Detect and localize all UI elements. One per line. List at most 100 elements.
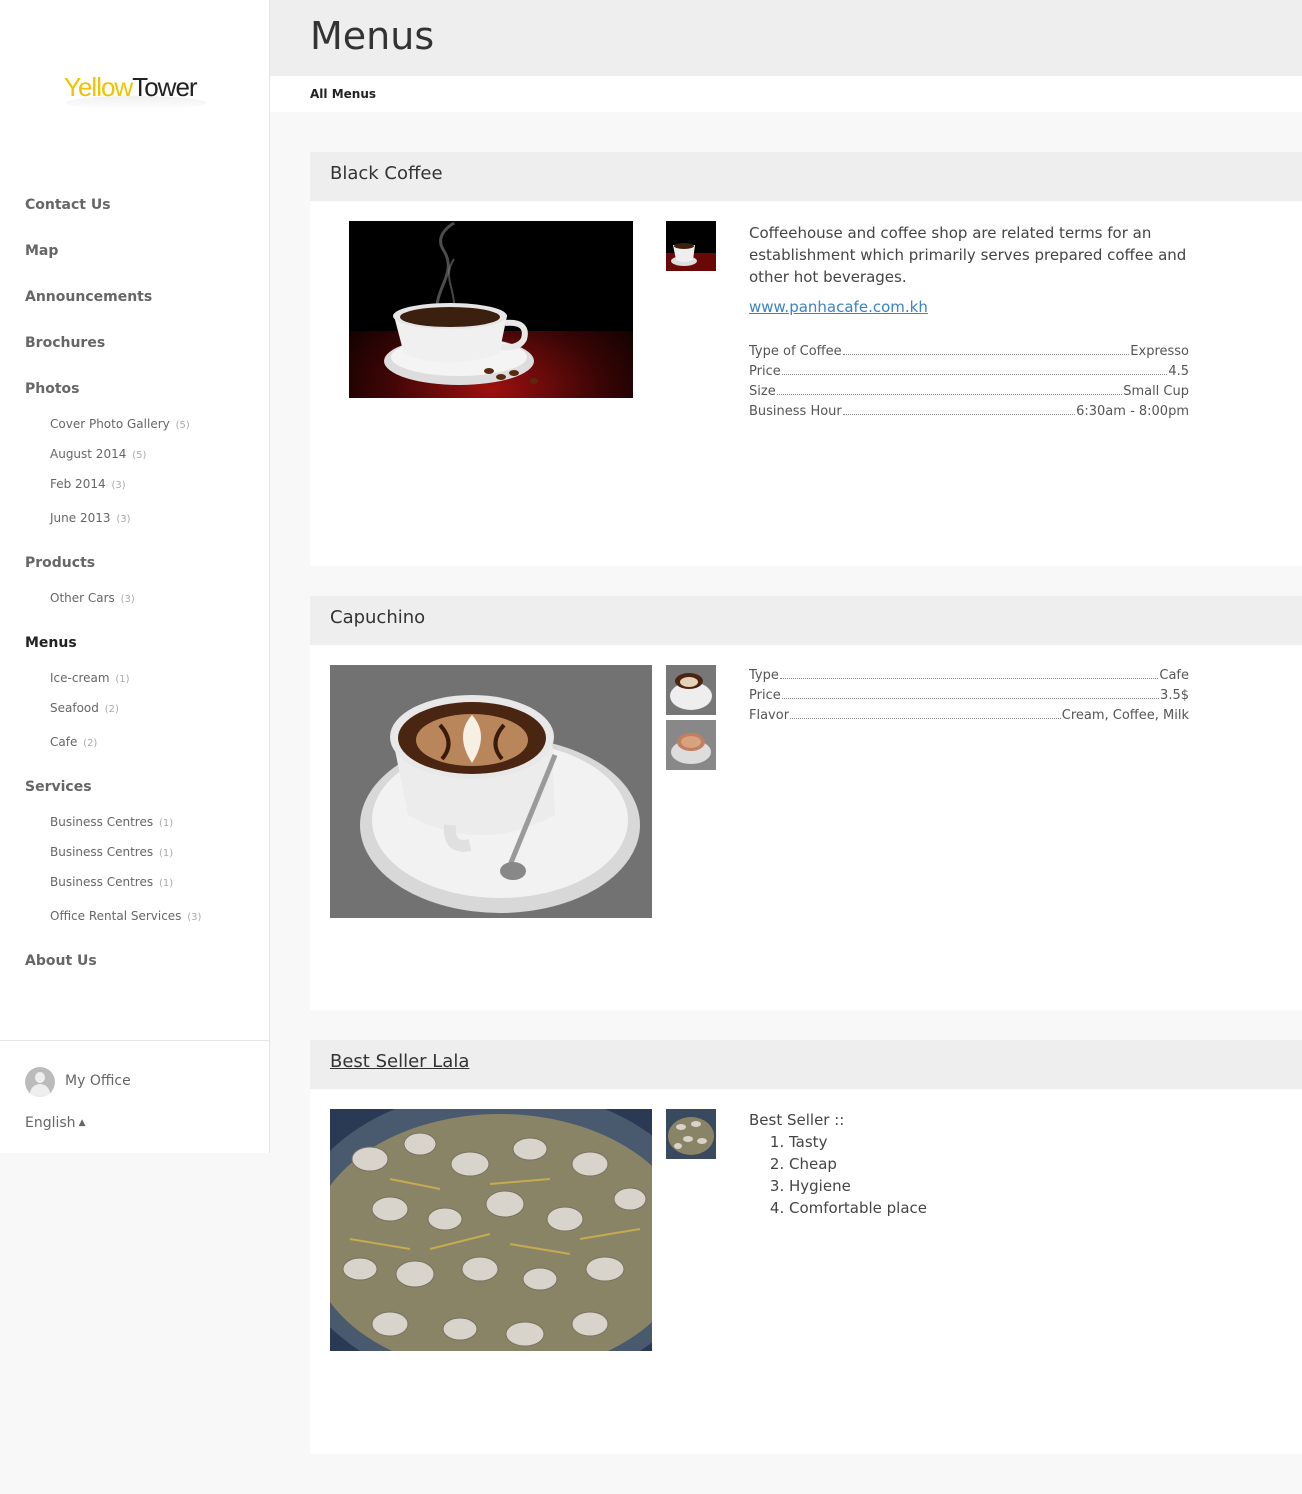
breadcrumb-bar: All Menus [270, 76, 1302, 112]
sidebar-item-menus[interactable]: Menus [25, 635, 77, 651]
spec-leader [842, 341, 1130, 355]
subitem-label: Business Centres [50, 815, 154, 829]
spec-row: Size Small Cup [749, 381, 1189, 401]
sidebar-subitem-august-2014[interactable]: August 2014 (5) [50, 447, 146, 461]
menu-card-header: Best Seller Lala [310, 1040, 1302, 1089]
subitem-count: (1) [158, 878, 174, 889]
subitem-count: (3) [111, 480, 126, 491]
sidebar-subitem-business-centres[interactable]: Business Centres (1) [50, 815, 173, 829]
subitem-count: (2) [104, 704, 119, 715]
menu-card-capuchino: Capuchino Type Cafe Price 3.5$ Flavor Cr… [310, 596, 1302, 1010]
subitem-count: (3) [116, 514, 131, 525]
subitem-label: Business Centres [50, 845, 154, 859]
sidebar-subitem-cafe[interactable]: Cafe (2) [50, 735, 97, 749]
menu-title-link[interactable]: Best Seller Lala [330, 1051, 1282, 1072]
menu-specs: Type of Coffee Expresso Price 4.5 Size Smal… [749, 341, 1189, 421]
sidebar-item-services[interactable]: Services [25, 779, 92, 795]
user-avatar-icon[interactable] [25, 1067, 55, 1097]
sidebar-subitem-office-rental-services[interactable]: Office Rental Services (3) [50, 909, 201, 923]
subitem-count: (1) [158, 848, 174, 859]
menu-website-link[interactable]: www.panhacafe.com.kh [749, 298, 928, 316]
sidebar-subitem-business-centres[interactable]: Business Centres (1) [50, 845, 173, 859]
menu-thumbnail[interactable] [666, 221, 716, 271]
spec-leader [781, 685, 1160, 699]
spec-key: Size [749, 384, 776, 399]
menu-main-photo[interactable] [349, 221, 633, 398]
list-item: Tasty [789, 1131, 927, 1153]
menu-thumbnail[interactable] [666, 720, 716, 770]
spec-key: Type of Coffee [749, 344, 842, 359]
capuchino-thumb-1 [666, 665, 716, 715]
subitem-count: (3) [187, 912, 202, 923]
language-selector[interactable]: English ▲ [25, 1115, 85, 1131]
sidebar-subitem-june-2013[interactable]: June 2013 (3) [50, 511, 131, 525]
avatar-torso [30, 1084, 50, 1097]
subitem-count: (5) [132, 450, 147, 461]
sidebar-subitem-business-centres[interactable]: Business Centres (1) [50, 875, 173, 889]
spec-value: Small Cup [1123, 384, 1189, 399]
spec-value: Cafe [1159, 668, 1189, 683]
sidebar-item-contact-us[interactable]: Contact Us [25, 197, 111, 213]
subitem-count: (5) [175, 420, 190, 431]
subitem-label: Ice-cream [50, 671, 110, 685]
capuchino-photo [330, 665, 652, 918]
menu-best-seller-list: Best Seller :: Tasty Cheap Hygiene Comfo… [749, 1109, 927, 1219]
sidebar: YellowTower Contact Us Map Announcements… [0, 0, 270, 1153]
sidebar-item-about-us[interactable]: About Us [25, 953, 97, 969]
spec-leader [776, 381, 1123, 395]
menu-main-photo[interactable] [330, 665, 652, 918]
subitem-label: Office Rental Services [50, 909, 182, 923]
subitem-label: Cafe [50, 735, 78, 749]
menu-title: Black Coffee [330, 163, 443, 184]
spec-key: Price [749, 364, 781, 379]
spec-value: 4.5 [1168, 364, 1189, 379]
list-item: Comfortable place [789, 1197, 927, 1219]
sidebar-item-brochures[interactable]: Brochures [25, 335, 105, 351]
lala-photo [330, 1109, 652, 1351]
subitem-count: (2) [83, 738, 98, 749]
spec-value: Expresso [1130, 344, 1189, 359]
sidebar-subitem-ice-cream[interactable]: Ice-cream (1) [50, 671, 130, 685]
subitem-label: June 2013 [50, 511, 111, 525]
subitem-count: (3) [120, 594, 135, 605]
breadcrumb-all-menus[interactable]: All Menus [310, 87, 376, 101]
sidebar-item-products[interactable]: Products [25, 555, 95, 571]
sidebar-item-map[interactable]: Map [25, 243, 58, 259]
sidebar-item-announcements[interactable]: Announcements [25, 289, 152, 305]
spec-key: Business Hour [749, 404, 842, 419]
spec-row: Type of Coffee Expresso [749, 341, 1189, 361]
spec-leader [781, 361, 1168, 375]
caret-up-icon: ▲ [78, 1118, 86, 1128]
spec-row: Flavor Cream, Coffee, Milk [749, 705, 1189, 725]
sidebar-footer: My Office English ▲ [0, 1040, 269, 1153]
sidebar-subitem-other-cars[interactable]: Other Cars (3) [50, 591, 135, 605]
spec-value: 6:30am - 8:00pm [1076, 404, 1189, 419]
menu-thumbnail[interactable] [666, 1109, 716, 1159]
spec-row: Type Cafe [749, 665, 1189, 685]
list-item: Hygiene [789, 1175, 927, 1197]
sidebar-subitem-cover-photo-gallery[interactable]: Cover Photo Gallery (5) [50, 417, 190, 431]
spec-key: Price [749, 688, 781, 703]
spec-row: Price 3.5$ [749, 685, 1189, 705]
menu-card-best-seller-lala: Best Seller Lala Best Seller:: 1. Tasty… [310, 1040, 1302, 1454]
menu-card-header: Capuchino [310, 596, 1302, 645]
menu-card-black-coffee: Black Coffee Coffeehouse and coffee shop… [310, 152, 1302, 566]
lala-thumb [666, 1109, 716, 1159]
list-title: Best Seller :: [749, 1111, 845, 1129]
subitem-label: Cover Photo Gallery [50, 417, 170, 431]
sidebar-item-photos[interactable]: Photos [25, 381, 80, 397]
avatar-head [35, 1072, 45, 1083]
sidebar-subitem-feb-2014[interactable]: Feb 2014 (3) [50, 477, 126, 491]
menu-description: Coffeehouse and coffee shop are related … [749, 224, 1187, 286]
page-title: Menus [310, 14, 435, 58]
menu-thumbnail[interactable] [666, 665, 716, 715]
spec-leader [790, 705, 1061, 719]
spec-leader [779, 665, 1159, 679]
spec-row: Price 4.5 [749, 361, 1189, 381]
spec-value: 3.5$ [1160, 688, 1189, 703]
capuchino-thumb-2 [666, 720, 716, 770]
menu-main-photo[interactable] [330, 1109, 652, 1351]
black-coffee-photo [349, 221, 633, 398]
my-office-link[interactable]: My Office [65, 1073, 131, 1089]
sidebar-subitem-seafood[interactable]: Seafood (2) [50, 701, 119, 715]
